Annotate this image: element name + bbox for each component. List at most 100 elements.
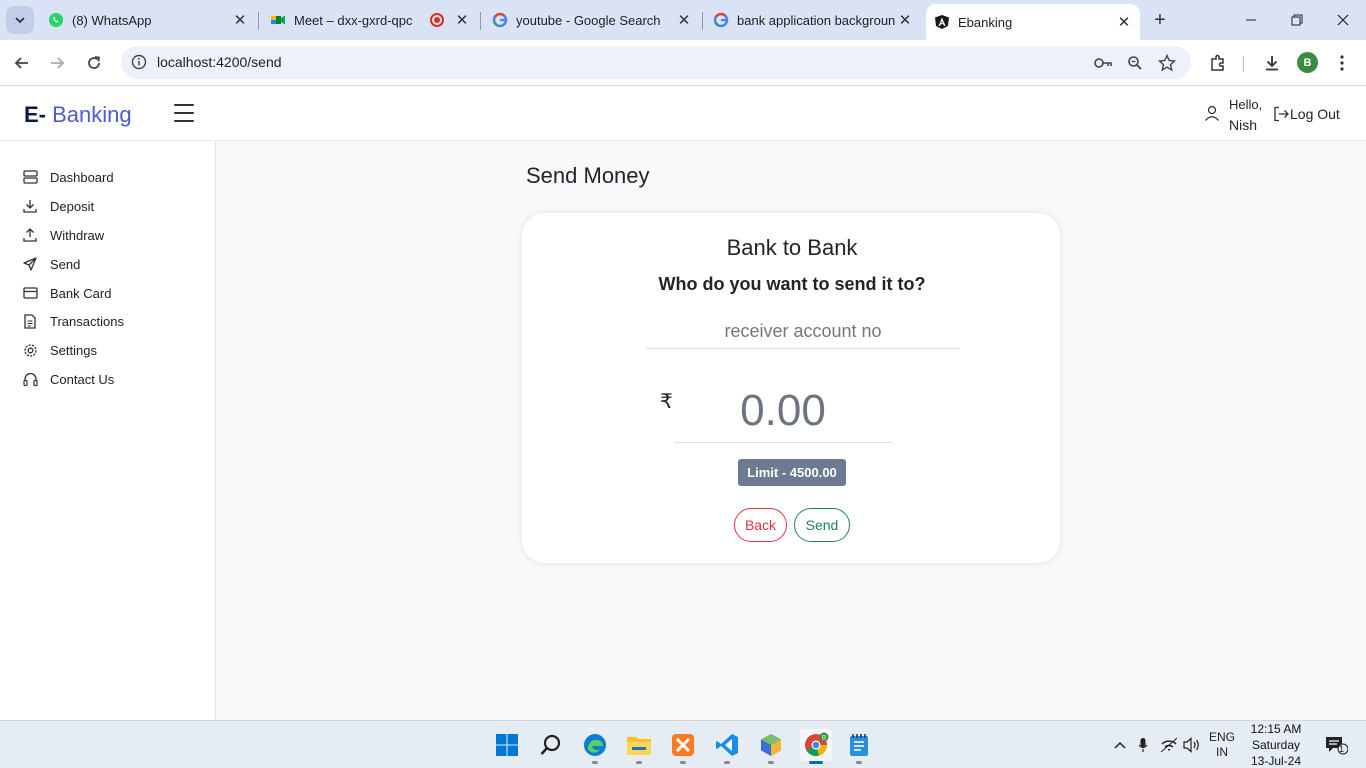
angular-icon — [934, 14, 950, 30]
sidebar-item-contact-us[interactable]: Contact Us — [22, 368, 114, 390]
site-info-icon[interactable] — [131, 54, 147, 75]
close-icon[interactable]: ✕ — [1114, 12, 1134, 32]
send-button[interactable]: Send — [794, 508, 850, 542]
taskbar-xampp[interactable] — [667, 729, 699, 764]
download-icon — [22, 198, 38, 214]
dashboard-icon — [22, 169, 38, 185]
svg-text:B: B — [822, 735, 826, 742]
notification-count: 1 — [1339, 744, 1345, 754]
sidebar-item-label: Transactions — [50, 313, 124, 329]
back-button[interactable]: Back — [734, 508, 787, 542]
running-indicator — [768, 761, 774, 764]
google-meet-icon — [270, 12, 286, 28]
hamburger-menu-icon[interactable] — [174, 104, 194, 122]
vscode-icon — [716, 734, 738, 756]
language-indicator[interactable]: ENG IN — [1205, 721, 1239, 768]
address-bar[interactable]: localhost:4200/send — [121, 46, 1191, 79]
profile-avatar[interactable]: B — [1297, 52, 1318, 73]
start-button[interactable] — [491, 729, 523, 761]
sidebar-item-deposit[interactable]: Deposit — [22, 195, 94, 217]
close-icon[interactable]: ✕ — [452, 10, 472, 30]
network-icon[interactable] — [1158, 721, 1180, 768]
browser-tab[interactable]: Meet – dxx-gxrd-qpc ✕ — [262, 4, 478, 36]
sidebar-item-bank-card[interactable]: Bank Card — [22, 282, 111, 304]
reload-icon — [88, 56, 101, 69]
tray-overflow-button[interactable] — [1109, 721, 1131, 768]
taskbar-file-explorer[interactable] — [623, 729, 655, 764]
chevron-up-icon — [1114, 741, 1126, 749]
region-code: IN — [1216, 745, 1228, 759]
zoom-icon[interactable] — [1125, 53, 1145, 73]
whatsapp-icon — [48, 12, 64, 28]
minimize-button[interactable] — [1237, 6, 1265, 34]
forward-nav-button[interactable] — [43, 49, 71, 77]
restore-icon — [1291, 14, 1303, 26]
clock-day: Saturday — [1251, 738, 1301, 752]
menu-kebab-icon[interactable] — [1331, 52, 1353, 74]
close-icon[interactable]: ✕ — [230, 10, 250, 30]
receiver-account-input[interactable] — [646, 315, 960, 349]
toolbar-separator — [1243, 56, 1244, 72]
taskbar-chrome[interactable]: B — [800, 729, 832, 764]
taskbar-app[interactable] — [755, 729, 787, 764]
sidebar-item-withdraw[interactable]: Withdraw — [22, 224, 104, 246]
url-text[interactable]: localhost:4200/send — [157, 54, 282, 70]
close-icon — [1337, 14, 1349, 26]
page-title: Send Money — [526, 163, 650, 188]
taskbar-vscode[interactable] — [711, 729, 743, 764]
logout-icon — [1274, 106, 1289, 122]
logout-button[interactable]: Log Out — [1272, 105, 1340, 123]
tab-title: Meet – dxx-gxrd-qpc — [294, 12, 413, 28]
download-icon[interactable] — [1261, 52, 1283, 74]
sidebar-item-transactions[interactable]: Transactions — [22, 310, 124, 332]
folder-icon — [627, 737, 651, 755]
back-nav-button[interactable] — [8, 49, 36, 77]
taskbar-clock[interactable]: 12:15 AM Saturday 13-Jul-24 — [1244, 721, 1308, 768]
google-icon — [492, 12, 508, 28]
app-header: E- Banking Hello, Nish Log Out — [0, 87, 1366, 141]
restore-button[interactable] — [1283, 6, 1311, 34]
running-indicator — [724, 761, 730, 764]
reload-button[interactable] — [80, 49, 108, 77]
sidebar-item-dashboard[interactable]: Dashboard — [22, 166, 114, 188]
brand-name: Banking — [52, 102, 132, 127]
password-key-icon[interactable] — [1093, 53, 1113, 73]
arrow-right-icon — [51, 57, 65, 69]
user-name: Nish — [1229, 117, 1258, 133]
browser-tab[interactable]: youtube - Google Search ✕ — [484, 4, 700, 36]
windows-logo-icon — [496, 734, 518, 756]
taskbar-edge[interactable] — [579, 729, 611, 764]
sidebar-item-send[interactable]: Send — [22, 253, 80, 275]
extensions-icon[interactable] — [1207, 52, 1229, 74]
new-tab-button[interactable]: + — [1148, 8, 1172, 32]
browser-toolbar: localhost:4200/send B — [0, 40, 1366, 86]
brand-logo[interactable]: E- Banking — [24, 102, 132, 128]
amount-input[interactable] — [674, 379, 892, 443]
browser-tab[interactable]: bank application backgroun ✕ — [705, 4, 921, 36]
chrome-icon: B — [805, 732, 829, 757]
notification-center-button[interactable]: 1 — [1320, 721, 1352, 768]
browser-tab[interactable]: (8) WhatsApp ✕ — [40, 4, 256, 36]
running-indicator — [809, 761, 823, 764]
bookmark-star-icon[interactable] — [1157, 53, 1177, 73]
sidebar-item-label: Deposit — [50, 198, 95, 214]
close-icon[interactable]: ✕ — [895, 10, 915, 30]
sidebar-item-settings[interactable]: Settings — [22, 339, 97, 361]
sidebar: Dashboard Deposit Withdraw Send Bank Car… — [0, 141, 216, 720]
tab-search-button[interactable] — [6, 6, 34, 34]
volume-icon[interactable] — [1182, 721, 1202, 768]
close-window-button[interactable] — [1329, 6, 1357, 34]
search-icon — [540, 734, 561, 755]
microphone-icon[interactable] — [1134, 721, 1152, 768]
close-icon[interactable]: ✕ — [674, 10, 694, 30]
browser-tab-active[interactable]: Ebanking ✕ — [926, 4, 1140, 40]
taskbar-search-button[interactable] — [535, 729, 567, 761]
gear-icon — [22, 342, 38, 358]
card-title: Bank to Bank — [726, 235, 858, 260]
taskbar-notepad[interactable] — [843, 729, 875, 764]
browser-tab-strip: (8) WhatsApp ✕ Meet – dxx-gxrd-qpc ✕ you… — [0, 0, 1366, 40]
chevron-down-icon — [15, 17, 25, 24]
recipient-question: Who do you want to send it to? — [658, 274, 926, 294]
sidebar-item-label: Dashboard — [50, 169, 114, 185]
greeting-text: Hello, — [1229, 97, 1263, 112]
